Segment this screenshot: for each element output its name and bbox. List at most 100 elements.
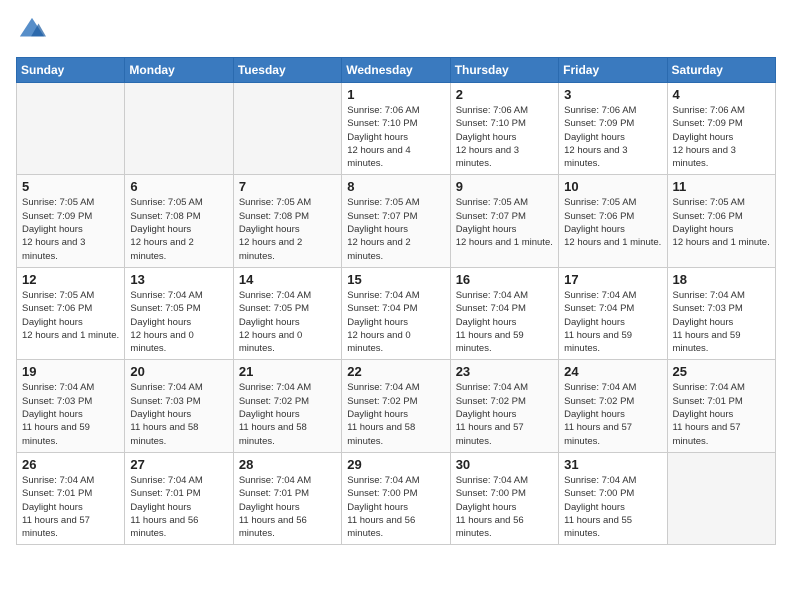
- day-info: Sunrise: 7:05 AMSunset: 7:09 PMDaylight …: [22, 196, 119, 262]
- calendar-day-cell: 21 Sunrise: 7:04 AMSunset: 7:02 PMDayligh…: [233, 360, 341, 452]
- weekday-header-wednesday: Wednesday: [342, 58, 450, 83]
- calendar-day-cell: [667, 452, 775, 544]
- weekday-header-sunday: Sunday: [17, 58, 125, 83]
- day-info: Sunrise: 7:05 AMSunset: 7:08 PMDaylight …: [239, 196, 336, 262]
- calendar-day-cell: 15 Sunrise: 7:04 AMSunset: 7:04 PMDayligh…: [342, 267, 450, 359]
- day-info: Sunrise: 7:06 AMSunset: 7:10 PMDaylight …: [347, 104, 444, 170]
- calendar-week-row: 19 Sunrise: 7:04 AMSunset: 7:03 PMDayligh…: [17, 360, 776, 452]
- calendar-day-cell: 1 Sunrise: 7:06 AMSunset: 7:10 PMDaylight…: [342, 83, 450, 175]
- day-number: 29: [347, 457, 444, 472]
- day-number: 18: [673, 272, 770, 287]
- weekday-header-thursday: Thursday: [450, 58, 558, 83]
- day-number: 20: [130, 364, 227, 379]
- weekday-header-monday: Monday: [125, 58, 233, 83]
- day-number: 26: [22, 457, 119, 472]
- calendar-day-cell: 12 Sunrise: 7:05 AMSunset: 7:06 PMDayligh…: [17, 267, 125, 359]
- day-number: 14: [239, 272, 336, 287]
- day-number: 11: [673, 179, 770, 194]
- day-number: 9: [456, 179, 553, 194]
- calendar-day-cell: 17 Sunrise: 7:04 AMSunset: 7:04 PMDayligh…: [559, 267, 667, 359]
- day-info: Sunrise: 7:04 AMSunset: 7:03 PMDaylight …: [22, 381, 119, 447]
- day-number: 30: [456, 457, 553, 472]
- calendar-day-cell: 2 Sunrise: 7:06 AMSunset: 7:10 PMDaylight…: [450, 83, 558, 175]
- day-number: 17: [564, 272, 661, 287]
- day-info: Sunrise: 7:06 AMSunset: 7:10 PMDaylight …: [456, 104, 553, 170]
- calendar-day-cell: 19 Sunrise: 7:04 AMSunset: 7:03 PMDayligh…: [17, 360, 125, 452]
- calendar-day-cell: 9 Sunrise: 7:05 AMSunset: 7:07 PMDaylight…: [450, 175, 558, 267]
- calendar-day-cell: [125, 83, 233, 175]
- calendar-week-row: 5 Sunrise: 7:05 AMSunset: 7:09 PMDaylight…: [17, 175, 776, 267]
- day-info: Sunrise: 7:04 AMSunset: 7:01 PMDaylight …: [239, 474, 336, 540]
- day-info: Sunrise: 7:04 AMSunset: 7:02 PMDaylight …: [239, 381, 336, 447]
- day-number: 22: [347, 364, 444, 379]
- calendar-day-cell: 20 Sunrise: 7:04 AMSunset: 7:03 PMDayligh…: [125, 360, 233, 452]
- calendar-week-row: 1 Sunrise: 7:06 AMSunset: 7:10 PMDaylight…: [17, 83, 776, 175]
- day-number: 6: [130, 179, 227, 194]
- calendar-day-cell: 18 Sunrise: 7:04 AMSunset: 7:03 PMDayligh…: [667, 267, 775, 359]
- day-info: Sunrise: 7:05 AMSunset: 7:07 PMDaylight …: [456, 196, 553, 249]
- day-info: Sunrise: 7:04 AMSunset: 7:04 PMDaylight …: [456, 289, 553, 355]
- calendar-day-cell: 16 Sunrise: 7:04 AMSunset: 7:04 PMDayligh…: [450, 267, 558, 359]
- day-number: 1: [347, 87, 444, 102]
- day-number: 2: [456, 87, 553, 102]
- day-number: 19: [22, 364, 119, 379]
- day-info: Sunrise: 7:05 AMSunset: 7:06 PMDaylight …: [564, 196, 661, 249]
- day-info: Sunrise: 7:04 AMSunset: 7:01 PMDaylight …: [22, 474, 119, 540]
- day-info: Sunrise: 7:04 AMSunset: 7:03 PMDaylight …: [673, 289, 770, 355]
- day-number: 27: [130, 457, 227, 472]
- day-number: 15: [347, 272, 444, 287]
- day-info: Sunrise: 7:06 AMSunset: 7:09 PMDaylight …: [673, 104, 770, 170]
- day-info: Sunrise: 7:04 AMSunset: 7:02 PMDaylight …: [347, 381, 444, 447]
- logo: [16, 16, 50, 49]
- calendar-day-cell: 6Sunrise: 7:05 AMSunset: 7:08 PMDaylight…: [125, 175, 233, 267]
- calendar-day-cell: 31Sunrise: 7:04 AMSunset: 7:00 PMDayligh…: [559, 452, 667, 544]
- day-number: 23: [456, 364, 553, 379]
- calendar-day-cell: 30Sunrise: 7:04 AMSunset: 7:00 PMDayligh…: [450, 452, 558, 544]
- day-number: 16: [456, 272, 553, 287]
- calendar-table: SundayMondayTuesdayWednesdayThursdayFrid…: [16, 57, 776, 545]
- day-number: 12: [22, 272, 119, 287]
- day-number: 28: [239, 457, 336, 472]
- day-number: 24: [564, 364, 661, 379]
- day-number: 4: [673, 87, 770, 102]
- calendar-day-cell: 23Sunrise: 7:04 AMSunset: 7:02 PMDayligh…: [450, 360, 558, 452]
- day-number: 7: [239, 179, 336, 194]
- day-info: Sunrise: 7:04 AMSunset: 7:05 PMDaylight …: [239, 289, 336, 355]
- logo-icon: [18, 16, 46, 44]
- day-number: 21: [239, 364, 336, 379]
- day-info: Sunrise: 7:04 AMSunset: 7:04 PMDaylight …: [347, 289, 444, 355]
- weekday-header-friday: Friday: [559, 58, 667, 83]
- day-info: Sunrise: 7:04 AMSunset: 7:04 PMDaylight …: [564, 289, 661, 355]
- day-info: Sunrise: 7:04 AMSunset: 7:02 PMDaylight …: [564, 381, 661, 447]
- day-info: Sunrise: 7:04 AMSunset: 7:03 PMDaylight …: [130, 381, 227, 447]
- day-number: 31: [564, 457, 661, 472]
- day-number: 5: [22, 179, 119, 194]
- calendar-day-cell: 27 Sunrise: 7:04 AMSunset: 7:01 PMDayligh…: [125, 452, 233, 544]
- calendar-day-cell: 10 Sunrise: 7:05 AMSunset: 7:06 PMDayligh…: [559, 175, 667, 267]
- calendar-day-cell: 4 Sunrise: 7:06 AMSunset: 7:09 PMDaylight…: [667, 83, 775, 175]
- calendar-day-cell: 29 Sunrise: 7:04 AMSunset: 7:00 PMDayligh…: [342, 452, 450, 544]
- weekday-header-tuesday: Tuesday: [233, 58, 341, 83]
- calendar-day-cell: [17, 83, 125, 175]
- day-number: 10: [564, 179, 661, 194]
- calendar-day-cell: 14 Sunrise: 7:04 AMSunset: 7:05 PMDayligh…: [233, 267, 341, 359]
- calendar-day-cell: 26 Sunrise: 7:04 AMSunset: 7:01 PMDayligh…: [17, 452, 125, 544]
- day-info: Sunrise: 7:04 AMSunset: 7:05 PMDaylight …: [130, 289, 227, 355]
- calendar-day-cell: 11 Sunrise: 7:05 AMSunset: 7:06 PMDayligh…: [667, 175, 775, 267]
- calendar-day-cell: 3Sunrise: 7:06 AMSunset: 7:09 PMDaylight…: [559, 83, 667, 175]
- calendar-day-cell: 8Sunrise: 7:05 AMSunset: 7:07 PMDaylight…: [342, 175, 450, 267]
- day-info: Sunrise: 7:04 AMSunset: 7:00 PMDaylight …: [347, 474, 444, 540]
- calendar-day-cell: 5 Sunrise: 7:05 AMSunset: 7:09 PMDaylight…: [17, 175, 125, 267]
- day-number: 25: [673, 364, 770, 379]
- calendar-day-cell: 7 Sunrise: 7:05 AMSunset: 7:08 PMDaylight…: [233, 175, 341, 267]
- page-header: [16, 16, 776, 49]
- day-info: Sunrise: 7:05 AMSunset: 7:06 PMDaylight …: [673, 196, 770, 249]
- weekday-header-saturday: Saturday: [667, 58, 775, 83]
- calendar-day-cell: 22 Sunrise: 7:04 AMSunset: 7:02 PMDayligh…: [342, 360, 450, 452]
- calendar-day-cell: 24 Sunrise: 7:04 AMSunset: 7:02 PMDayligh…: [559, 360, 667, 452]
- day-info: Sunrise: 7:05 AMSunset: 7:06 PMDaylight …: [22, 289, 119, 342]
- day-number: 8: [347, 179, 444, 194]
- day-info: Sunrise: 7:04 AMSunset: 7:01 PMDaylight …: [130, 474, 227, 540]
- calendar-day-cell: [233, 83, 341, 175]
- calendar-header-row: SundayMondayTuesdayWednesdayThursdayFrid…: [17, 58, 776, 83]
